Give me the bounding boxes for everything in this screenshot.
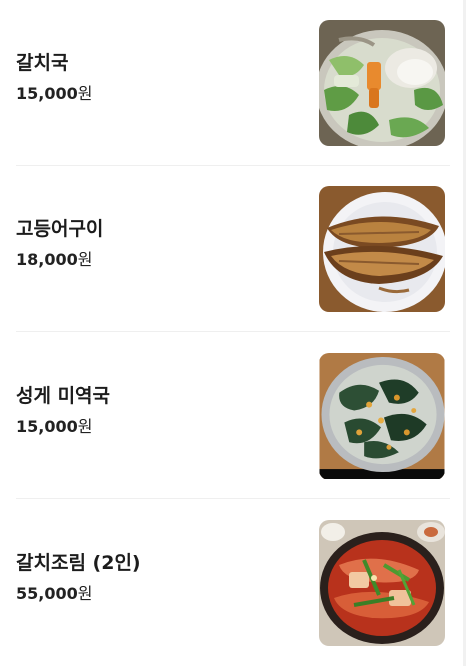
grilled-mackerel-photo-svg <box>319 186 445 312</box>
menu-item-text: 갈치국 15,000원 <box>16 50 92 104</box>
item-divider <box>16 331 450 332</box>
menu-item-sea-urchin-seaweed-soup[interactable]: 성게 미역국 15,000원 <box>0 333 466 499</box>
menu-item-price: 15,000원 <box>16 417 110 437</box>
menu-item-text: 갈치조림 (2인) 55,000원 <box>16 550 141 604</box>
menu-list: 갈치국 15,000원 고등어구이 18,000원 성게 미역국 15,000원… <box>0 0 466 666</box>
braised-cutlassfish-photo-icon[interactable] <box>319 520 445 646</box>
fish-soup-photo-icon[interactable] <box>319 20 445 146</box>
menu-item-name: 고등어구이 <box>16 218 104 240</box>
menu-item-price: 55,000원 <box>16 584 141 604</box>
menu-item-name: 성게 미역국 <box>16 385 111 407</box>
menu-item-name: 갈치국 <box>16 52 69 74</box>
price-number: 18,000 <box>16 250 78 269</box>
menu-item-grilled-mackerel[interactable]: 고등어구이 18,000원 <box>0 166 466 332</box>
price-number: 55,000 <box>16 584 78 603</box>
item-divider <box>16 498 450 499</box>
menu-item-braised-cutlassfish[interactable]: 갈치조림 (2인) 55,000원 <box>0 500 466 666</box>
price-number: 15,000 <box>16 417 78 436</box>
menu-item-price: 15,000원 <box>16 84 92 104</box>
price-unit: 원 <box>77 584 93 603</box>
seaweed-soup-photo-svg <box>319 353 445 479</box>
fish-soup-photo-svg <box>319 20 445 146</box>
menu-item-price: 18,000원 <box>16 250 103 270</box>
price-number: 15,000 <box>16 84 78 103</box>
price-unit: 원 <box>77 417 93 436</box>
price-unit: 원 <box>77 250 93 269</box>
menu-item-text: 고등어구이 18,000원 <box>16 216 103 270</box>
grilled-mackerel-photo-icon[interactable] <box>319 186 445 312</box>
menu-item-text: 성게 미역국 15,000원 <box>16 383 110 437</box>
price-unit: 원 <box>77 84 93 103</box>
menu-item-hairtail-soup[interactable]: 갈치국 15,000원 <box>0 0 466 166</box>
seaweed-soup-photo-icon[interactable] <box>319 353 445 480</box>
braised-cutlassfish-photo-svg <box>319 520 445 646</box>
menu-item-name: 갈치조림 (2인) <box>16 552 141 574</box>
